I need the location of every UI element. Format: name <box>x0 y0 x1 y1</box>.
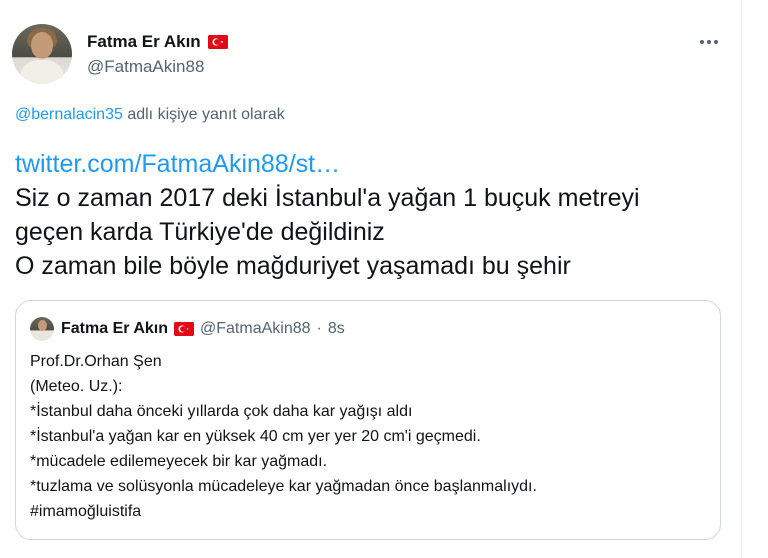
replying-to: @bernalacin35 adlı kişiye yanıt olarak <box>15 106 285 124</box>
tweet-text: twitter.com/FatmaAkin88/st… Siz o zaman … <box>15 147 730 283</box>
tweet-line: geçen karda Türkiye'de değildiniz <box>15 218 385 246</box>
quoted-line: (Meteo. Uz.): <box>30 378 123 395</box>
more-horizontal-icon <box>714 40 718 44</box>
quoted-author-name: Fatma Er Akın <box>61 320 168 337</box>
quoted-line: *İstanbul'a yağan kar en yüksek 40 cm ye… <box>30 428 481 445</box>
quoted-line: *tuzlama ve solüsyonla mücadeleye kar ya… <box>30 478 537 495</box>
more-horizontal-icon <box>707 40 711 44</box>
turkey-flag-icon <box>174 322 194 336</box>
quoted-tweet-header: Fatma Er Akın @FatmaAkin88 · 8s <box>61 318 345 340</box>
reply-suffix: adlı kişiye yanıt olarak <box>122 106 285 123</box>
author-name-row[interactable]: Fatma Er Akın <box>87 31 228 53</box>
more-options-button[interactable] <box>694 30 724 54</box>
quoted-hashtag: #imamoğluistifa <box>30 503 142 520</box>
tweet-link[interactable]: twitter.com/FatmaAkin88/st… <box>15 147 730 181</box>
author-handle[interactable]: @FatmaAkin88 <box>87 57 204 77</box>
quoted-tweet-time: 8s <box>327 320 345 337</box>
avatar-face <box>38 320 47 331</box>
author-avatar[interactable] <box>12 24 72 84</box>
quoted-line: *İstanbul daha önceki yıllarda çok daha … <box>30 403 413 420</box>
turkey-flag-icon <box>207 35 228 49</box>
right-margin <box>742 0 768 558</box>
avatar-face <box>31 32 53 58</box>
quoted-tweet-text: Prof.Dr.Orhan Şen (Meteo. Uz.): *İstanbu… <box>30 349 710 524</box>
separator-dot: · <box>316 320 322 337</box>
more-horizontal-icon <box>700 40 704 44</box>
quoted-line: *mücadele edilemeyecek bir kar yağmadı. <box>30 453 328 470</box>
tweet-line: Siz o zaman 2017 deki İstanbul'a yağan 1… <box>15 184 640 212</box>
author-display-name[interactable]: Fatma Er Akın <box>87 32 201 52</box>
avatar-body <box>20 60 64 84</box>
tweet-line: O zaman bile böyle mağduriyet yaşamadı b… <box>15 252 571 280</box>
tweet-detail-page: Fatma Er Akın @FatmaAkin88 @bernalacin35… <box>0 0 768 558</box>
quoted-author-handle: @FatmaAkin88 <box>200 320 311 337</box>
quoted-tweet[interactable]: Fatma Er Akın @FatmaAkin88 · 8s Prof.Dr.… <box>15 300 721 540</box>
reply-mention-link[interactable]: @bernalacin35 <box>15 106 123 123</box>
quoted-line: Prof.Dr.Orhan Şen <box>30 353 162 370</box>
quoted-author-avatar <box>30 317 54 341</box>
